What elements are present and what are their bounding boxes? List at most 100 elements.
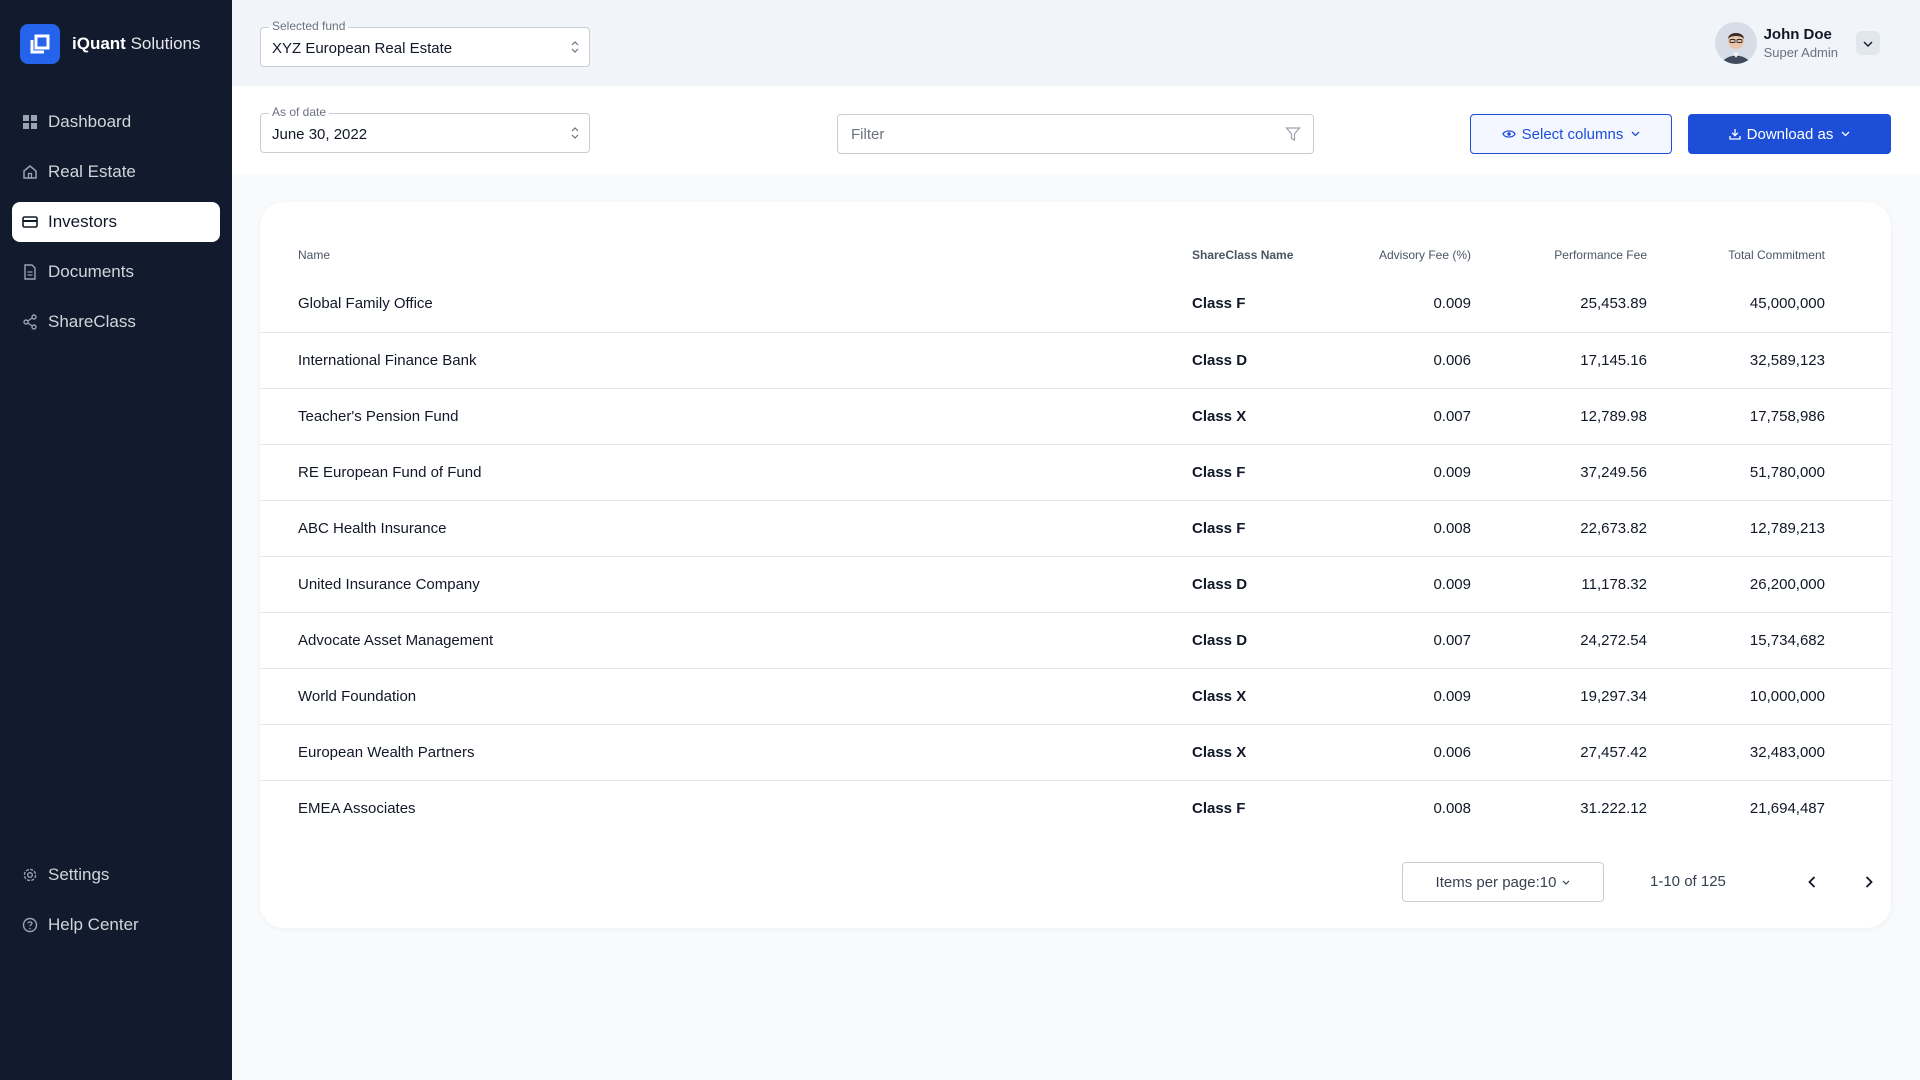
table-row[interactable]: International Finance Bank Class D 0.006… bbox=[260, 332, 1891, 389]
cell-performance-fee: 37,249.56 bbox=[1471, 444, 1647, 501]
filter-input[interactable] bbox=[839, 116, 1269, 152]
cell-performance-fee: 11,178.32 bbox=[1471, 556, 1647, 613]
download-button[interactable]: Download as bbox=[1688, 114, 1891, 154]
cell-total-commitment: 17,758,986 bbox=[1647, 388, 1825, 445]
pagination: Items per page:10 1-10 of 125 bbox=[260, 862, 1891, 902]
toolbar: As of date June 30, 2022 Select columns … bbox=[232, 86, 1920, 174]
table-row[interactable]: EMEA Associates Class F 0.008 31.222.12 … bbox=[260, 780, 1891, 836]
sidebar-item-label: Settings bbox=[48, 865, 110, 884]
user-role: Super Admin bbox=[1763, 45, 1838, 60]
sidebar-item-label: Dashboard bbox=[48, 112, 132, 131]
user-name: John Doe bbox=[1763, 26, 1832, 43]
house-icon bbox=[22, 164, 38, 180]
table-row[interactable]: ABC Health Insurance Class F 0.008 22,67… bbox=[260, 500, 1891, 557]
date-select[interactable]: As of date June 30, 2022 bbox=[260, 105, 590, 153]
cell-shareclass: Class X bbox=[1192, 668, 1332, 725]
cell-shareclass: Class F bbox=[1192, 500, 1332, 557]
column-header-shareclass[interactable]: ShareClass Name bbox=[1192, 234, 1332, 276]
column-header-total-commitment[interactable]: Total Commitment bbox=[1647, 234, 1825, 276]
avatar bbox=[1714, 22, 1757, 64]
sidebar-item-settings[interactable]: Settings bbox=[12, 855, 220, 895]
items-per-page-select[interactable]: Items per page:10 bbox=[1402, 862, 1604, 902]
cell-advisory-fee: 0.007 bbox=[1332, 388, 1471, 445]
date-select-label: As of date bbox=[269, 105, 330, 119]
cell-performance-fee: 27,457.42 bbox=[1471, 724, 1647, 781]
sidebar-item-real-estate[interactable]: Real Estate bbox=[12, 152, 220, 192]
sidebar: iQuant Solutions Dashboard Real Estate I… bbox=[0, 0, 232, 1080]
funnel-icon[interactable] bbox=[1285, 126, 1301, 147]
chevron-down-icon bbox=[1863, 34, 1873, 52]
table-row[interactable]: Advocate Asset Management Class D 0.007 … bbox=[260, 612, 1891, 669]
date-select-value: June 30, 2022 bbox=[272, 126, 368, 143]
sidebar-nav: Dashboard Real Estate Investors Document… bbox=[12, 102, 220, 352]
column-header-performance-fee[interactable]: Performance Fee bbox=[1471, 234, 1647, 276]
cell-name: European Wealth Partners bbox=[260, 724, 1192, 781]
cell-advisory-fee: 0.008 bbox=[1332, 500, 1471, 557]
chevron-down-icon bbox=[1631, 131, 1640, 137]
table-row[interactable]: Global Family Office Class F 0.009 25,45… bbox=[260, 276, 1891, 333]
cell-total-commitment: 26,200,000 bbox=[1647, 556, 1825, 613]
cell-performance-fee: 24,272.54 bbox=[1471, 612, 1647, 669]
fund-select-label: Selected fund bbox=[269, 19, 349, 33]
sidebar-item-label: ShareClass bbox=[48, 312, 136, 331]
cell-performance-fee: 31.222.12 bbox=[1580, 799, 1647, 817]
cell-shareclass: Class X bbox=[1192, 388, 1332, 445]
brand[interactable]: iQuant Solutions bbox=[20, 24, 201, 64]
sidebar-item-dashboard[interactable]: Dashboard bbox=[12, 102, 220, 142]
help-icon bbox=[22, 917, 38, 933]
user-menu[interactable]: John Doe Super Admin bbox=[1714, 22, 1880, 64]
column-header-advisory-fee[interactable]: Advisory Fee (%) bbox=[1332, 234, 1471, 276]
gear-icon bbox=[22, 867, 38, 883]
cell-total-commitment: 12,789,213 bbox=[1647, 500, 1825, 557]
next-page-button[interactable] bbox=[1857, 870, 1881, 894]
sidebar-item-label: Help Center bbox=[48, 915, 139, 934]
logo-icon bbox=[20, 24, 60, 64]
cell-total-commitment: 32,483,000 bbox=[1647, 724, 1825, 781]
table-row[interactable]: World Foundation Class X 0.009 19,297.34… bbox=[260, 668, 1891, 725]
select-columns-label: Select columns bbox=[1521, 125, 1624, 143]
cell-name: ABC Health Insurance bbox=[260, 500, 1192, 557]
cell-shareclass: Class D bbox=[1192, 612, 1332, 669]
select-columns-button[interactable]: Select columns bbox=[1470, 114, 1672, 154]
chevron-left-icon bbox=[1808, 876, 1816, 888]
cell-performance-fee: 22,673.82 bbox=[1471, 500, 1647, 557]
share-icon bbox=[22, 314, 38, 330]
cell-shareclass: Class F bbox=[1192, 276, 1332, 333]
user-menu-toggle[interactable] bbox=[1856, 31, 1880, 55]
fund-select[interactable]: Selected fund XYZ European Real Estate bbox=[260, 19, 590, 67]
cell-shareclass: Class F bbox=[1192, 799, 1246, 817]
table-row[interactable]: United Insurance Company Class D 0.009 1… bbox=[260, 556, 1891, 613]
sort-arrows-icon bbox=[571, 39, 579, 60]
sort-arrows-icon bbox=[571, 125, 579, 146]
table-row[interactable]: RE European Fund of Fund Class F 0.009 3… bbox=[260, 444, 1891, 501]
chevron-down-icon bbox=[1563, 880, 1570, 885]
sidebar-item-shareclass[interactable]: ShareClass bbox=[12, 302, 220, 342]
column-header-name[interactable]: Name bbox=[260, 234, 1192, 276]
cell-advisory-fee: 0.008 bbox=[1433, 799, 1471, 817]
table-row[interactable]: European Wealth Partners Class X 0.006 2… bbox=[260, 724, 1891, 781]
sidebar-item-documents[interactable]: Documents bbox=[12, 252, 220, 292]
previous-page-button[interactable] bbox=[1800, 870, 1824, 894]
download-icon bbox=[1728, 129, 1741, 140]
cell-advisory-fee: 0.009 bbox=[1332, 444, 1471, 501]
table-row[interactable]: Teacher's Pension Fund Class X 0.007 12,… bbox=[260, 388, 1891, 445]
brand-name: iQuant Solutions bbox=[72, 34, 201, 53]
cell-total-commitment: 51,780,000 bbox=[1647, 444, 1825, 501]
cell-name: United Insurance Company bbox=[260, 556, 1192, 613]
cell-name: World Foundation bbox=[260, 668, 1192, 725]
cell-name: Global Family Office bbox=[260, 276, 1192, 333]
sidebar-item-label: Real Estate bbox=[48, 162, 136, 181]
sidebar-item-label: Documents bbox=[48, 262, 134, 281]
top-bar: Selected fund XYZ European Real Estate J… bbox=[232, 0, 1920, 86]
cell-shareclass: Class D bbox=[1192, 332, 1332, 389]
eye-icon bbox=[1501, 130, 1516, 138]
cell-name: International Finance Bank bbox=[260, 332, 1192, 389]
sidebar-item-label: Investors bbox=[48, 212, 117, 231]
sidebar-item-help-center[interactable]: Help Center bbox=[12, 905, 220, 945]
investors-table-card: Name ShareClass Name Advisory Fee (%) Pe… bbox=[260, 202, 1891, 928]
cell-shareclass: Class X bbox=[1192, 724, 1332, 781]
sidebar-item-investors[interactable]: Investors bbox=[12, 202, 220, 242]
card-icon bbox=[22, 214, 38, 230]
chevron-down-icon bbox=[1841, 131, 1850, 137]
cell-total-commitment: 10,000,000 bbox=[1647, 668, 1825, 725]
